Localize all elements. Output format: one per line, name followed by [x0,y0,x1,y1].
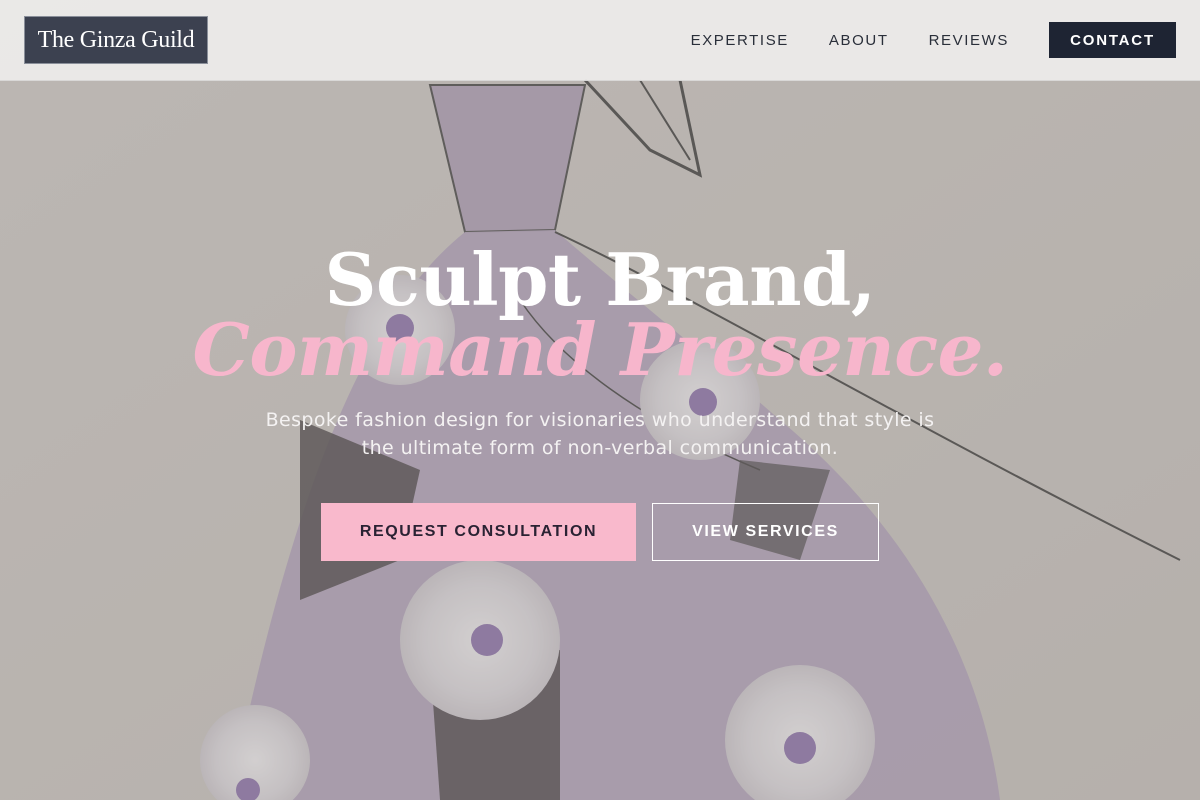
hero-headline-line2: Command Presence. [192,307,1008,392]
hero-subtitle: Bespoke fashion design for visionaries w… [265,409,935,459]
request-consultation-button[interactable]: REQUEST CONSULTATION [321,503,636,561]
view-services-button[interactable]: VIEW SERVICES [652,503,879,561]
hero-section: Sculpt Brand, Command Presence. Bespoke … [0,0,1200,800]
